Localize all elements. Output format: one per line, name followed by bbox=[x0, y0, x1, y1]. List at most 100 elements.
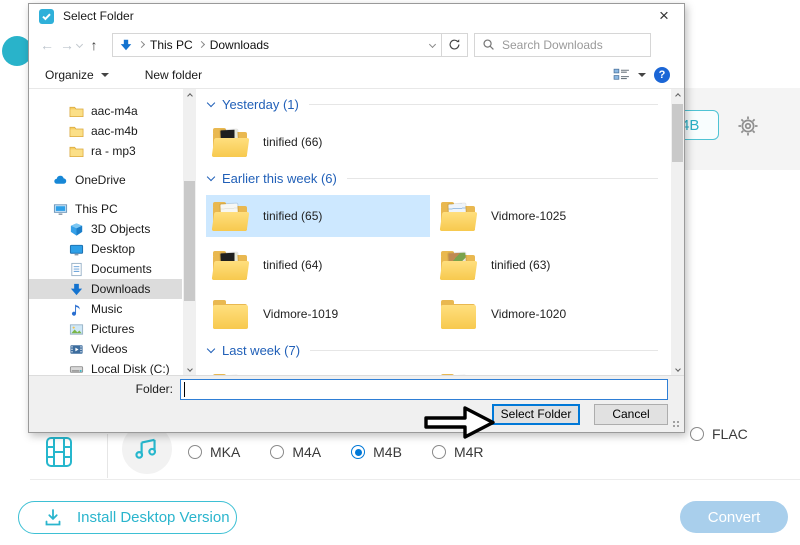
sidebar-item-this-pc[interactable]: This PC bbox=[29, 199, 182, 219]
radio-m4a[interactable]: M4A bbox=[270, 444, 321, 460]
file-item-vidmore-1020[interactable]: Vidmore-1020 bbox=[434, 293, 658, 335]
folder-name-input[interactable] bbox=[180, 379, 668, 400]
back-icon[interactable]: ← bbox=[37, 37, 57, 53]
view-mode-icon[interactable] bbox=[613, 67, 630, 82]
select-folder-button[interactable]: Select Folder bbox=[492, 404, 580, 425]
organize-menu[interactable]: Organize bbox=[45, 68, 109, 82]
file-grid: tinified (65) Vidmore-1025 tinified (64) ti… bbox=[206, 195, 658, 335]
scroll-up-icon[interactable] bbox=[671, 89, 684, 102]
folder-icon bbox=[212, 298, 250, 331]
breadcrumb-this-pc[interactable]: This PC bbox=[150, 38, 193, 52]
file-item-tinified-63[interactable]: tinified (63) bbox=[434, 244, 658, 286]
address-dropdown-icon[interactable] bbox=[429, 41, 436, 48]
file-item-tinified-62[interactable]: tinified (62) bbox=[206, 367, 430, 375]
file-item-vidmore-1019[interactable]: Vidmore-1019 bbox=[206, 293, 430, 335]
disk-icon bbox=[69, 362, 84, 376]
close-icon[interactable]: × bbox=[652, 5, 676, 27]
cloud-icon bbox=[53, 173, 68, 188]
new-folder-button[interactable]: New folder bbox=[145, 68, 202, 82]
sidebar-item-label: Documents bbox=[91, 262, 152, 276]
radio-circle-icon bbox=[188, 445, 202, 459]
radio-m4b[interactable]: M4B bbox=[351, 444, 402, 460]
folder-label: Folder: bbox=[129, 382, 173, 396]
file-item-label: tinified (66) bbox=[263, 135, 322, 149]
scroll-down-icon[interactable] bbox=[671, 362, 684, 375]
downloads-address-icon bbox=[119, 38, 133, 52]
sidebar-item-label: Local Disk (C:) bbox=[91, 362, 170, 375]
scrollbar-thumb[interactable] bbox=[672, 104, 683, 162]
resize-grip[interactable] bbox=[673, 421, 681, 429]
file-item-tinified-66[interactable]: tinified (66) bbox=[206, 121, 430, 163]
group-header[interactable]: Last week (7) bbox=[208, 343, 658, 358]
file-item-label: tinified (64) bbox=[263, 258, 322, 272]
file-item-tinified-60[interactable]: tinified (60) bbox=[434, 367, 658, 375]
up-icon[interactable]: ↑ bbox=[84, 37, 104, 53]
refresh-button[interactable] bbox=[442, 33, 468, 57]
group-header[interactable]: Yesterday (1) bbox=[208, 97, 658, 112]
sidebar-item-onedrive[interactable]: OneDrive bbox=[29, 170, 182, 190]
file-list-scrollbar[interactable] bbox=[671, 89, 684, 375]
music-icon bbox=[69, 302, 84, 317]
folder-icon bbox=[440, 249, 478, 282]
file-item-label: tinified (65) bbox=[263, 209, 322, 223]
dialog-body: aac-m4aaac-m4bra - mp3 OneDrive This PC 3D … bbox=[29, 89, 684, 375]
sidebar-item-3d-objects[interactable]: 3D Objects bbox=[29, 219, 182, 239]
sidebar-item-videos[interactable]: Videos bbox=[29, 339, 182, 359]
sidebar-item-aac-m4b[interactable]: aac-m4b bbox=[29, 121, 182, 141]
film-strip-icon bbox=[45, 436, 73, 473]
dialog-title: Select Folder bbox=[63, 9, 134, 23]
radio-flac[interactable]: FLAC bbox=[690, 426, 748, 442]
sidebar-item-label: This PC bbox=[75, 202, 118, 216]
gear-icon[interactable] bbox=[735, 113, 761, 144]
chevron-right-icon bbox=[198, 41, 205, 48]
sidebar-item-music[interactable]: Music bbox=[29, 299, 182, 319]
file-item-tinified-65[interactable]: tinified (65) bbox=[206, 195, 430, 237]
convert-button[interactable]: Convert bbox=[680, 501, 788, 533]
help-icon[interactable]: ? bbox=[654, 67, 670, 83]
sidebar-item-documents[interactable]: Documents bbox=[29, 259, 182, 279]
download-icon bbox=[69, 282, 84, 297]
chevron-down-icon bbox=[207, 345, 215, 353]
sidebar-item-downloads[interactable]: Downloads bbox=[29, 279, 182, 299]
view-dropdown-icon[interactable] bbox=[638, 73, 646, 77]
radio-m4r[interactable]: M4R bbox=[432, 444, 484, 460]
divider bbox=[30, 479, 800, 480]
file-grid: tinified (66) bbox=[206, 121, 658, 163]
group-title: Yesterday (1) bbox=[222, 97, 299, 112]
history-chevron-icon[interactable] bbox=[76, 41, 83, 48]
sidebar-item-label: Videos bbox=[91, 342, 127, 356]
radio-label: FLAC bbox=[712, 426, 748, 442]
document-icon bbox=[69, 262, 84, 277]
file-group: Last week (7) tinified (62) tinified (60) bbox=[206, 343, 658, 375]
install-desktop-version-button[interactable]: Install Desktop Version bbox=[18, 501, 237, 534]
address-bar[interactable]: This PC Downloads bbox=[112, 33, 442, 57]
scrollbar-thumb[interactable] bbox=[184, 181, 195, 301]
radio-circle-icon bbox=[270, 445, 284, 459]
group-title: Earlier this week (6) bbox=[222, 171, 337, 186]
sidebar-item-local-disk-c[interactable]: Local Disk (C:) bbox=[29, 359, 182, 375]
file-item-vidmore-1025[interactable]: Vidmore-1025 bbox=[434, 195, 658, 237]
forward-icon[interactable]: → bbox=[57, 37, 77, 53]
file-item-tinified-64[interactable]: tinified (64) bbox=[206, 244, 430, 286]
chevron-right-icon bbox=[138, 41, 145, 48]
sidebar-item-desktop[interactable]: Desktop bbox=[29, 239, 182, 259]
sidebar-item-ra-mp3[interactable]: ra - mp3 bbox=[29, 141, 182, 161]
folder-icon bbox=[69, 124, 84, 139]
cancel-button[interactable]: Cancel bbox=[594, 404, 668, 425]
breadcrumb-downloads[interactable]: Downloads bbox=[210, 38, 269, 52]
chevron-down-icon bbox=[101, 73, 109, 77]
search-icon bbox=[482, 38, 495, 51]
scroll-up-icon[interactable] bbox=[183, 89, 196, 102]
format-radio-row: MKA M4A M4B M4R bbox=[188, 444, 484, 460]
group-header[interactable]: Earlier this week (6) bbox=[208, 171, 658, 186]
radio-mka[interactable]: MKA bbox=[188, 444, 240, 460]
select-folder-dialog: Select Folder × ← → ↑ This PC Downloads bbox=[28, 3, 685, 433]
file-group: Earlier this week (6) tinified (65) Vidmor… bbox=[206, 171, 658, 335]
file-grid: tinified (62) tinified (60) bbox=[206, 367, 658, 375]
sidebar-item-pictures[interactable]: Pictures bbox=[29, 319, 182, 339]
scroll-down-icon[interactable] bbox=[183, 362, 196, 375]
search-input[interactable] bbox=[502, 38, 643, 52]
sidebar-scrollbar[interactable] bbox=[183, 89, 196, 375]
dialog-titlebar: Select Folder × bbox=[29, 4, 684, 28]
sidebar-item-aac-m4a[interactable]: aac-m4a bbox=[29, 101, 182, 121]
